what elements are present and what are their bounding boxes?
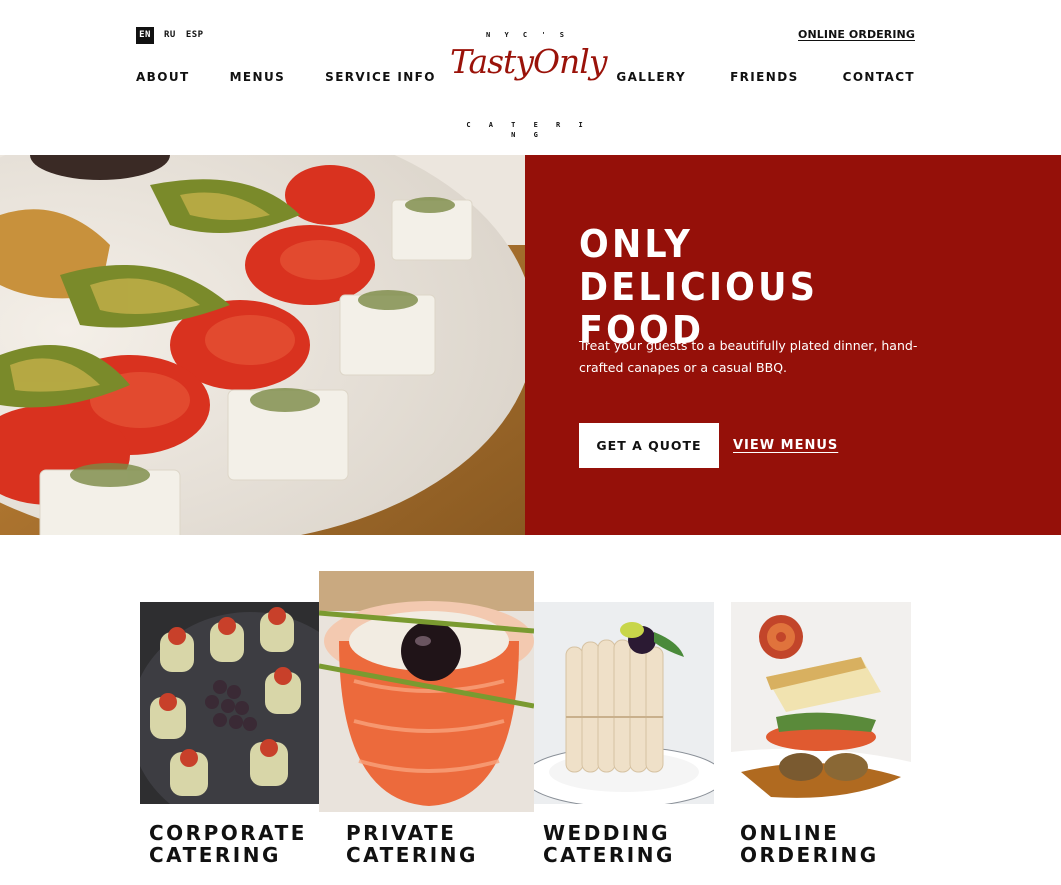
- private-catering-title[interactable]: PRIVATE CATERING: [346, 822, 478, 866]
- get-a-quote-button[interactable]: GET A QUOTE: [579, 423, 719, 468]
- hero-food-image: [0, 155, 525, 535]
- corporate-catering-title[interactable]: CORPORATE CATERING: [149, 822, 307, 866]
- private-catering-image: [319, 571, 534, 812]
- hero-description: Treat your guests to a beautifully plate…: [579, 338, 918, 375]
- hero-panel: ONLY DELICIOUS FOOD Treat your guests to…: [525, 155, 1061, 535]
- site-logo[interactable]: N Y C ' S TastyOnly C A T E R I N G: [450, 30, 607, 140]
- online-ordering-title[interactable]: ONLINE ORDERING: [740, 822, 879, 866]
- lang-ru[interactable]: RU: [164, 27, 176, 44]
- main-nav-right: GALLERY FRIENDS CONTACT: [616, 70, 915, 84]
- nav-gallery[interactable]: GALLERY: [616, 70, 686, 84]
- lang-esp[interactable]: ESP: [186, 27, 204, 44]
- lang-en[interactable]: EN: [136, 27, 154, 44]
- language-switcher: EN RU ESP: [136, 27, 204, 44]
- logo-tagline-top: N Y C ' S: [486, 31, 569, 39]
- main-nav-left: ABOUT MENUS SERVICE INFO: [136, 70, 436, 84]
- nav-friends[interactable]: FRIENDS: [730, 70, 799, 84]
- nav-menus[interactable]: MENUS: [230, 70, 286, 84]
- view-menus-link[interactable]: VIEW MENUS: [733, 438, 838, 453]
- wedding-catering-title[interactable]: WEDDING CATERING: [543, 822, 675, 866]
- online-ordering-link[interactable]: ONLINE ORDERING: [798, 28, 915, 41]
- online-ordering-image: [731, 602, 911, 804]
- corporate-catering-image: [140, 602, 320, 804]
- hero-title: ONLY DELICIOUS FOOD: [579, 223, 929, 352]
- nav-about[interactable]: ABOUT: [136, 70, 190, 84]
- nav-service-info[interactable]: SERVICE INFO: [325, 70, 436, 84]
- hero-title-line1: ONLY DELICIOUS: [579, 222, 819, 309]
- nav-contact[interactable]: CONTACT: [843, 70, 915, 84]
- wedding-catering-image: [534, 602, 714, 804]
- logo-tagline-bottom: C A T E R I N G: [466, 121, 590, 139]
- logo-wordmark: TastyOnly: [450, 42, 607, 81]
